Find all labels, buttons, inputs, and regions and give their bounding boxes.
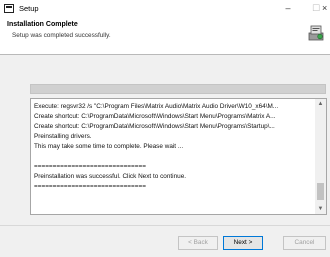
details-log[interactable]: Execute: regsvr32 /s "C:\Program Files\M… [30,98,327,215]
window-title: Setup [19,4,39,13]
title-bar: Setup – ☐ × [0,0,330,17]
page-header: Installation Complete Setup was complete… [0,17,330,55]
minimize-button[interactable]: – [274,1,302,16]
log-line: ============================== [34,163,146,170]
setup-window: Setup – ☐ × Installation Complete Setup … [0,0,330,257]
scroll-up-arrow-icon[interactable]: ▲ [315,99,326,109]
page-title: Installation Complete [7,21,78,28]
close-button[interactable]: × [322,1,330,16]
log-line: This may take some time to complete. Ple… [34,143,184,150]
progress-bar [30,84,326,94]
scrollbar-thumb[interactable] [317,183,324,200]
log-line: ============================== [34,183,146,190]
scroll-down-arrow-icon[interactable]: ▼ [315,204,326,214]
page-subtitle: Setup was completed successfully. [12,32,111,39]
log-scrollbar[interactable]: ▲ ▼ [315,99,326,214]
log-line: Preinstalling drivers. [34,133,92,140]
log-line: Execute: regsvr32 /s "C:\Program Files\M… [34,103,279,110]
installer-icon [308,25,324,41]
app-icon [4,4,14,13]
footer-divider [0,225,330,226]
log-line: Preinstallation was successful. Click Ne… [34,173,187,180]
log-line: Create shortcut: C:\ProgramData\Microsof… [34,113,276,120]
log-lines: Execute: regsvr32 /s "C:\Program Files\M… [34,102,314,192]
cancel-button[interactable]: Cancel [283,236,326,250]
log-line: Create shortcut: C:\ProgramData\Microsof… [34,123,275,130]
next-button[interactable]: Next > [223,236,263,250]
back-button[interactable]: < Back [178,236,218,250]
